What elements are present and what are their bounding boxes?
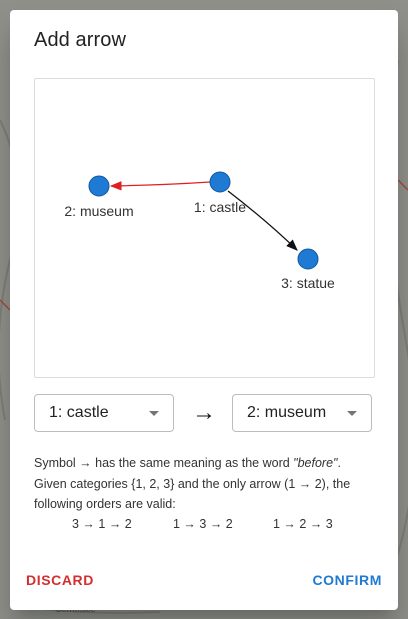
explanation-suffix: . <box>337 456 341 470</box>
explanation-text: Symbol → has the same meaning as the wor… <box>34 453 374 515</box>
from-category-select[interactable]: 1: castle <box>34 394 174 432</box>
explanation-line-symbol: Symbol → has the same meaning as the wor… <box>34 453 374 474</box>
explanation-line-categories: Given categories {1, 2, 3} and the only … <box>34 476 351 512</box>
dialog-title: Add arrow <box>34 29 127 51</box>
valid-order-item: 1 → 3 → 2 <box>173 517 233 531</box>
node-castle[interactable] <box>209 171 231 193</box>
graph-svg: 2: museum 1: castle 3: statue <box>64 171 335 291</box>
node-label-museum: 2: museum <box>64 203 133 219</box>
node-museum[interactable] <box>88 175 110 197</box>
to-category-select[interactable]: 2: museum <box>232 394 372 432</box>
discard-button[interactable]: DISCARD <box>26 572 94 588</box>
node-statue[interactable] <box>297 248 319 270</box>
dropdown-caret-icon <box>347 410 357 416</box>
valid-order-item: 1 → 2 → 3 <box>273 517 333 531</box>
explanation-prefix: Symbol → has the same meaning as the wor… <box>34 456 294 470</box>
node-label-statue: 3: statue <box>281 275 335 291</box>
edge-castle-to-museum <box>109 181 211 191</box>
from-category-value: 1: castle <box>49 404 109 421</box>
graph-canvas[interactable]: 2: museum 1: castle 3: statue <box>34 78 375 378</box>
explanation-emphasis: "before" <box>293 456 338 470</box>
dropdown-caret-icon <box>149 410 159 416</box>
node-label-castle: 1: castle <box>194 199 246 215</box>
right-arrow-icon: → <box>192 399 216 426</box>
add-arrow-dialog: Add arrow 2: museum 1: castle 3: statue … <box>10 10 398 610</box>
to-category-value: 2: museum <box>247 404 327 421</box>
valid-order-item: 3 → 1 → 2 <box>72 517 132 531</box>
confirm-button[interactable]: CONFIRM <box>312 572 382 588</box>
valid-orders-list: 3 → 1 → 2 1 → 3 → 2 1 → 2 → 3 <box>34 517 374 537</box>
